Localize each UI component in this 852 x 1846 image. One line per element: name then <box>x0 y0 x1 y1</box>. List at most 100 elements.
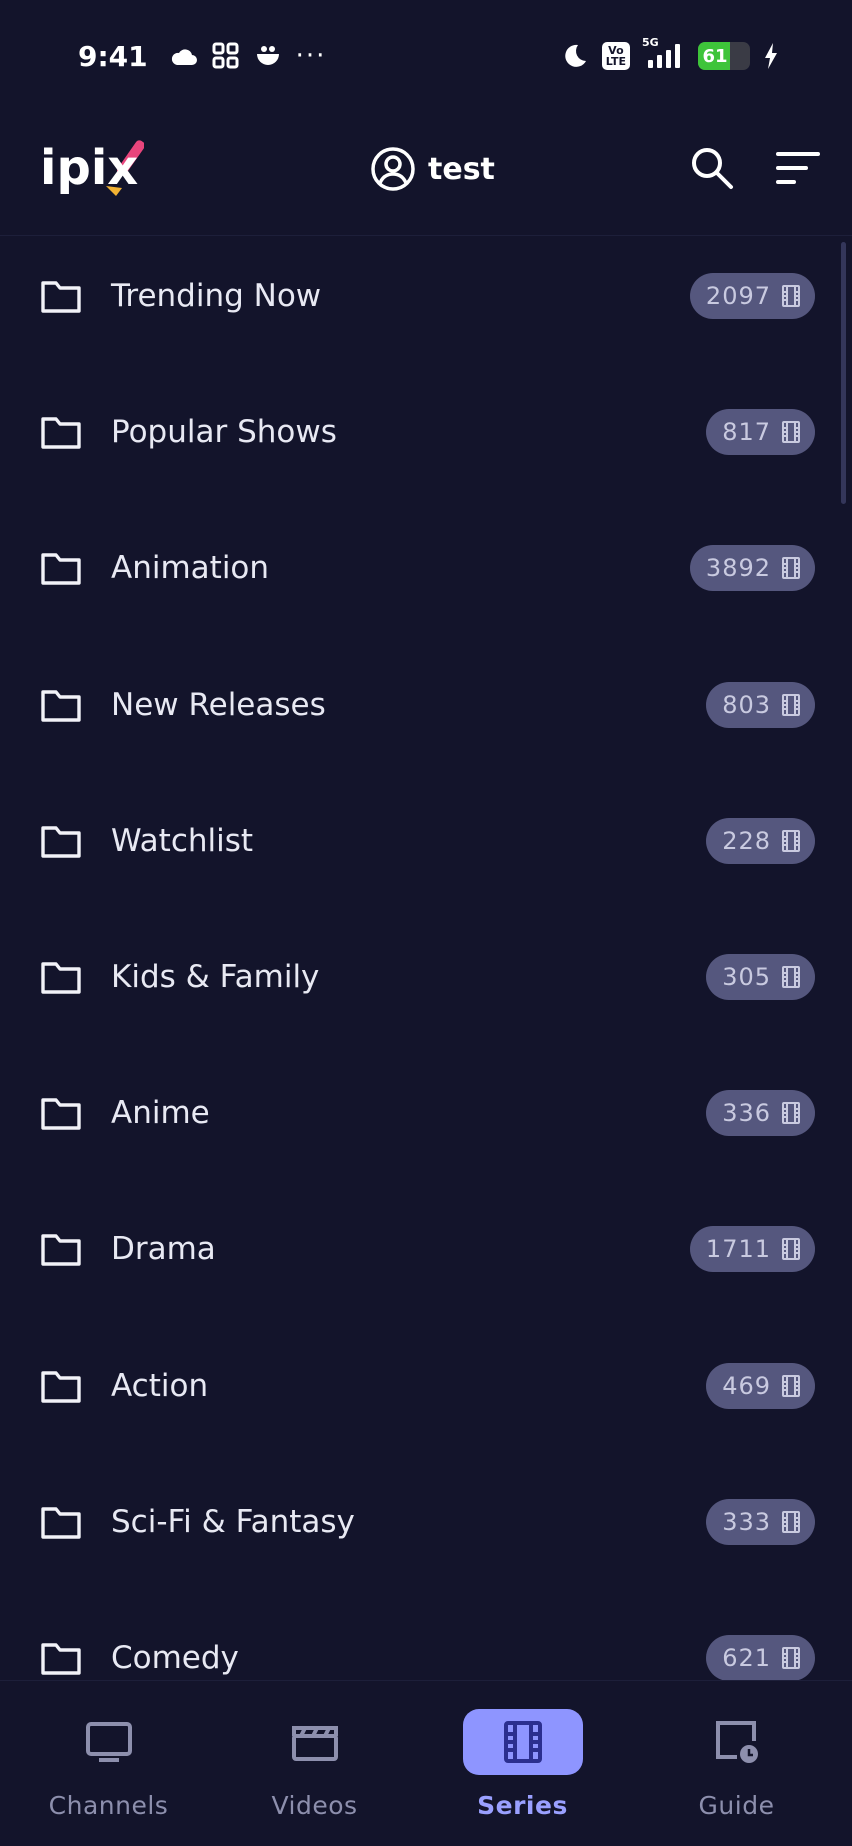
category-item[interactable]: Trending Now 2097 <box>0 248 840 344</box>
folder-icon <box>41 281 81 313</box>
film-strip-icon <box>782 693 800 716</box>
nav-label-videos: Videos <box>271 1791 358 1820</box>
scrollbar[interactable] <box>841 242 846 504</box>
user-profile-button[interactable]: test <box>370 146 495 192</box>
film-strip-icon <box>782 1238 800 1261</box>
robot-icon <box>254 44 282 68</box>
bottom-nav: Channels Videos Series Guide <box>0 1680 852 1846</box>
category-label: Animation <box>111 550 270 587</box>
username-label: test <box>428 151 495 187</box>
category-label: Popular Shows <box>111 414 337 451</box>
nav-label-series: Series <box>477 1791 568 1820</box>
charging-icon <box>764 43 778 69</box>
grid-app-icon <box>212 42 240 70</box>
folder-icon <box>41 1370 81 1403</box>
film-strip-icon <box>782 285 800 307</box>
app-logo[interactable]: ipix <box>40 136 145 206</box>
nav-item-videos[interactable]: Videos <box>208 1681 421 1846</box>
category-label: Watchlist <box>111 822 254 859</box>
status-bar: 9:41 ··· Vo LTE 5G 61 <box>0 0 852 112</box>
category-item[interactable]: Popular Shows 817 <box>0 384 840 480</box>
category-label: Action <box>111 1367 209 1404</box>
folder-icon <box>41 826 81 858</box>
film-strip-icon <box>782 1102 800 1125</box>
status-bar-right: Vo LTE 5G 61 <box>560 36 778 70</box>
count-text: 228 <box>722 826 771 855</box>
ipix-logo-icon: ipix <box>40 140 145 196</box>
count-text: 817 <box>722 418 771 447</box>
nav-item-guide[interactable]: Guide <box>630 1681 843 1846</box>
app-header: ipix test <box>0 112 852 236</box>
nav-label-channels: Channels <box>48 1791 169 1820</box>
category-item[interactable]: Animation 3892 <box>0 520 840 616</box>
count-text: 305 <box>722 963 771 991</box>
category-label: Kids & Family <box>111 959 320 995</box>
sort-icon <box>776 152 820 184</box>
nav-icon-wrap <box>255 1709 375 1775</box>
signal-icon: 5G <box>642 36 684 70</box>
count-badge: 3892 <box>689 545 815 592</box>
category-item[interactable]: Drama 1711 <box>0 1201 840 1297</box>
count-badge: 305 <box>706 954 815 1000</box>
category-item[interactable]: Kids & Family 305 <box>0 929 840 1025</box>
count-badge: 817 <box>706 409 815 456</box>
battery-level-text: 61 <box>702 45 728 67</box>
category-item[interactable]: Sci-Fi & Fantasy 333 <box>0 1474 840 1570</box>
category-label: Trending Now <box>111 278 322 314</box>
film-strip-icon <box>782 829 800 852</box>
category-item[interactable]: Anime 336 <box>0 1065 840 1161</box>
count-text: 3892 <box>705 554 771 583</box>
status-bar-left: 9:41 ··· <box>78 40 326 73</box>
nav-item-channels[interactable]: Channels <box>2 1681 215 1846</box>
folder-icon <box>41 1098 81 1130</box>
count-text: 621 <box>722 1644 771 1672</box>
folder-icon <box>41 1234 81 1267</box>
category-item[interactable]: Watchlist 228 <box>0 793 840 889</box>
nav-icon-wrap <box>49 1709 169 1775</box>
folder-icon <box>41 1643 81 1675</box>
count-text: 469 <box>722 1371 771 1400</box>
film-strip-icon <box>782 421 800 444</box>
moon-icon <box>560 42 588 70</box>
nav-icon-wrap <box>677 1709 797 1775</box>
film-strip-icon <box>782 1647 800 1669</box>
count-badge: 621 <box>706 1635 815 1680</box>
clapperboard-icon <box>291 1726 338 1761</box>
count-badge: 228 <box>706 817 815 864</box>
count-text: 803 <box>722 690 771 719</box>
status-time: 9:41 <box>78 39 148 73</box>
category-item[interactable]: New Releases 803 <box>0 657 840 753</box>
film-strip-icon <box>782 1510 800 1533</box>
logo-text: ipix <box>40 140 138 196</box>
category-label: New Releases <box>111 686 326 723</box>
count-badge: 2097 <box>689 273 815 319</box>
category-label: Sci-Fi & Fantasy <box>111 1503 355 1540</box>
category-label: Anime <box>111 1095 210 1132</box>
battery-icon: 61 <box>698 42 750 70</box>
folder-icon <box>41 553 81 586</box>
search-button[interactable] <box>690 146 734 190</box>
count-badge: 336 <box>706 1090 815 1137</box>
guide-clock-icon <box>715 1721 758 1763</box>
nav-item-series[interactable]: Series <box>416 1681 629 1846</box>
count-badge: 469 <box>706 1362 815 1409</box>
more-dots-icon: ··· <box>295 41 327 71</box>
count-text: 333 <box>722 1507 771 1536</box>
count-text: 336 <box>722 1099 771 1128</box>
sort-button[interactable] <box>776 150 820 186</box>
category-item[interactable]: Comedy 621 <box>0 1610 840 1680</box>
count-badge: 803 <box>706 681 815 728</box>
count-text: 1711 <box>705 1235 771 1264</box>
volte-bottom-text: LTE <box>605 55 626 68</box>
count-text: 2097 <box>705 282 771 310</box>
search-icon <box>692 148 733 189</box>
volte-icon: Vo LTE <box>601 42 630 70</box>
user-circle-icon <box>371 147 415 191</box>
category-item[interactable]: Action 469 <box>0 1338 840 1434</box>
folder-icon <box>41 1507 81 1539</box>
network-type: 5G <box>642 36 659 49</box>
count-badge: 1711 <box>689 1226 815 1273</box>
tv-icon <box>85 1722 132 1762</box>
category-list[interactable]: Trending Now 2097 Popular Shows 817 Animatio… <box>0 236 852 1680</box>
category-label: Drama <box>111 1231 216 1268</box>
